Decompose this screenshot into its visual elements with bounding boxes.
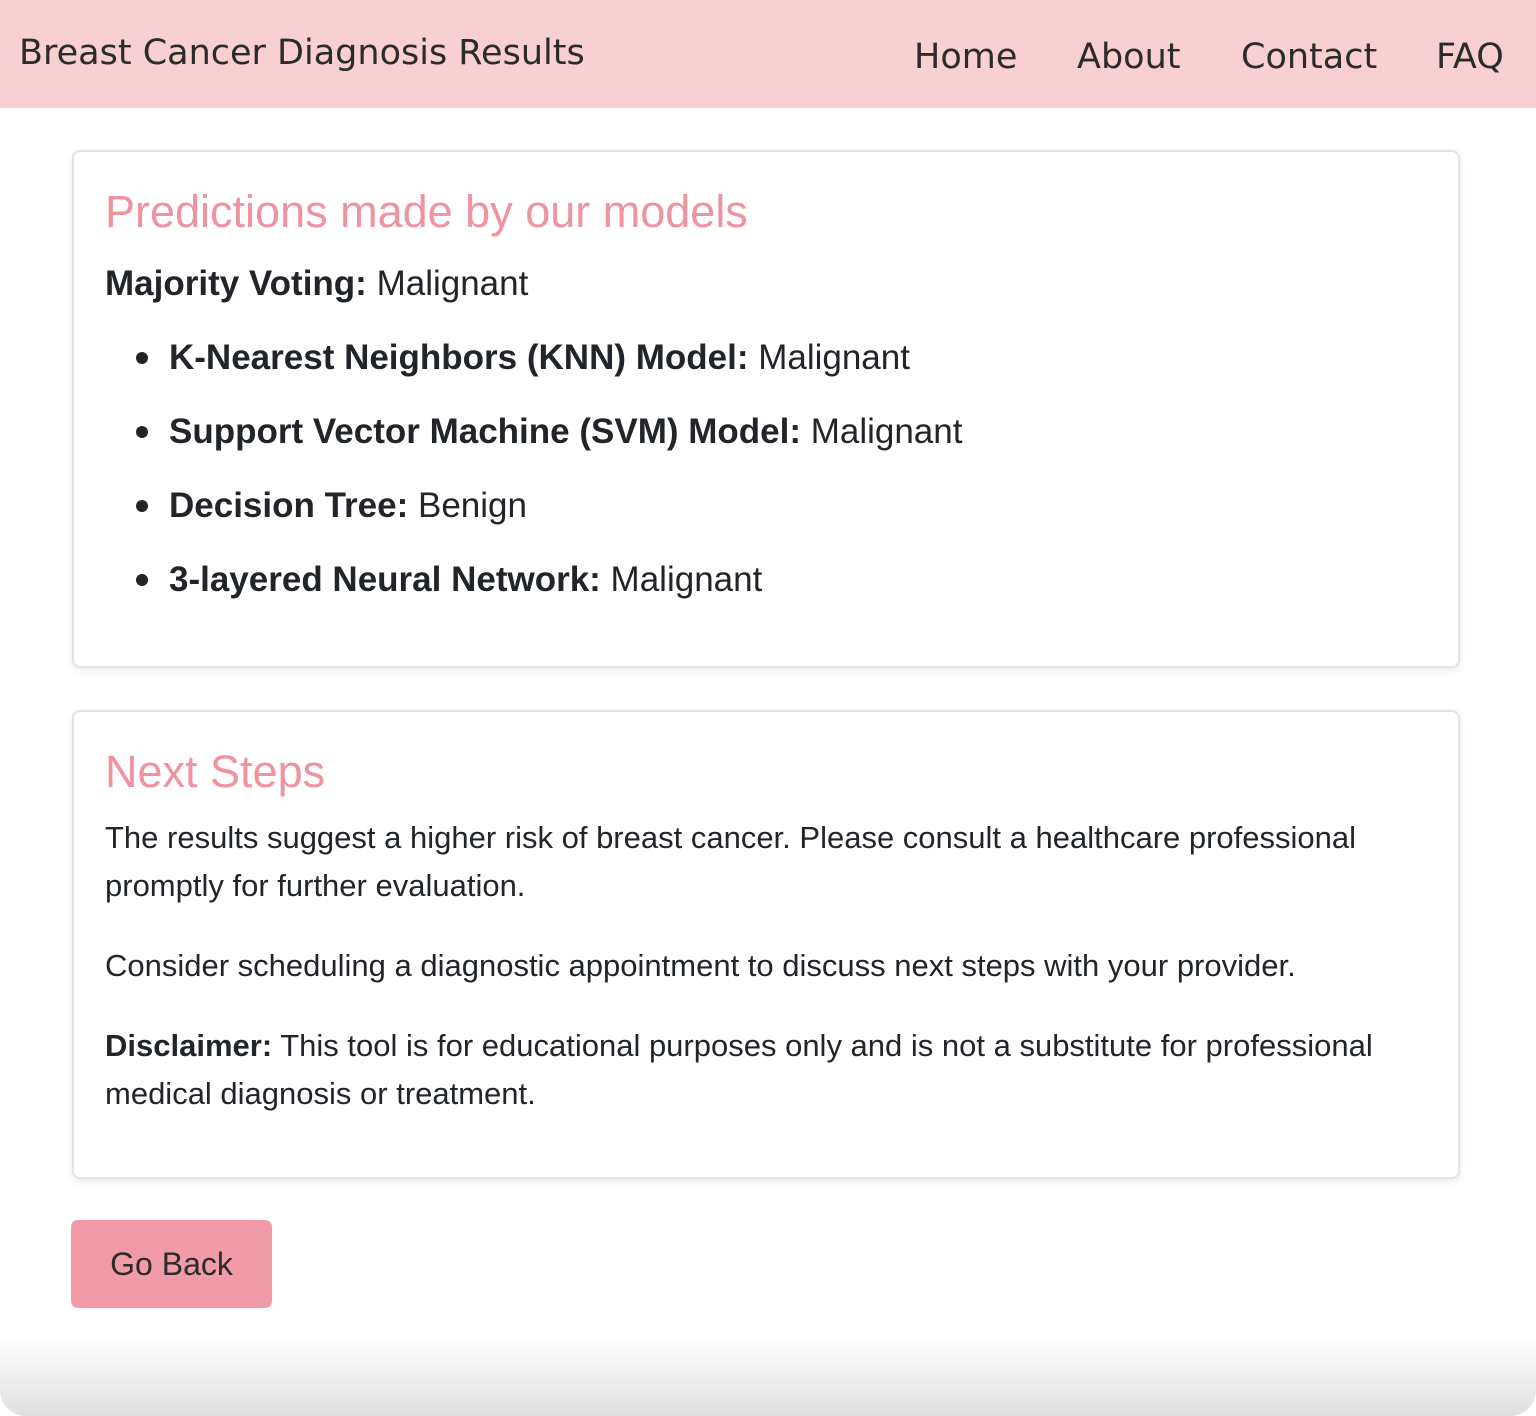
go-back-button[interactable]: Go Back bbox=[71, 1220, 272, 1308]
predictions-heading: Predictions made by our models bbox=[105, 186, 748, 237]
majority-voting-result: Majority Voting: Malignant bbox=[105, 262, 528, 306]
model-value: Malignant bbox=[600, 560, 763, 599]
model-label: Decision Tree: bbox=[169, 486, 409, 525]
model-label: 3-layered Neural Network: bbox=[169, 560, 601, 599]
nav-link-faq[interactable]: FAQ bbox=[1436, 36, 1504, 78]
model-result-knn: K-Nearest Neighbors (KNN) Model: Maligna… bbox=[136, 336, 910, 380]
nav-link-about[interactable]: About bbox=[1077, 36, 1180, 78]
model-label: Support Vector Machine (SVM) Model: bbox=[169, 412, 801, 451]
model-label: K-Nearest Neighbors (KNN) Model: bbox=[169, 338, 749, 377]
majority-voting-value: Malignant bbox=[366, 264, 529, 303]
predictions-card: Predictions made by our models Majority … bbox=[72, 150, 1460, 668]
bullet-icon bbox=[136, 500, 148, 512]
model-result-svm: Support Vector Machine (SVM) Model: Mali… bbox=[136, 410, 963, 454]
appointment-paragraph: Consider scheduling a diagnostic appoint… bbox=[105, 948, 1296, 983]
navbar: Breast Cancer Diagnosis Results Home Abo… bbox=[0, 0, 1536, 108]
bullet-icon bbox=[136, 574, 148, 586]
nav-link-contact[interactable]: Contact bbox=[1241, 36, 1377, 78]
disclaimer-text: This tool is for educational purposes on… bbox=[105, 1028, 1373, 1111]
nav-link-home[interactable]: Home bbox=[914, 36, 1017, 78]
majority-voting-label: Majority Voting: bbox=[105, 264, 367, 303]
next-steps-paragraph: The results suggest a higher risk of bre… bbox=[105, 820, 1357, 903]
window-bottom-edge bbox=[0, 1336, 1536, 1416]
model-value: Benign bbox=[408, 486, 527, 525]
disclaimer-paragraph: Disclaimer: This tool is for educational… bbox=[105, 1022, 1435, 1118]
bullet-icon bbox=[136, 426, 148, 438]
brand-title[interactable]: Breast Cancer Diagnosis Results bbox=[19, 32, 585, 74]
model-result-neural-network: 3-layered Neural Network: Malignant bbox=[136, 558, 763, 602]
next-steps-card: Next Steps The results suggest a higher … bbox=[72, 710, 1460, 1179]
disclaimer-label: Disclaimer: bbox=[105, 1028, 273, 1063]
model-result-decision-tree: Decision Tree: Benign bbox=[136, 484, 527, 528]
next-steps-heading: Next Steps bbox=[105, 746, 326, 797]
model-value: Malignant bbox=[748, 338, 910, 377]
bullet-icon bbox=[136, 352, 148, 364]
model-value: Malignant bbox=[800, 412, 963, 451]
